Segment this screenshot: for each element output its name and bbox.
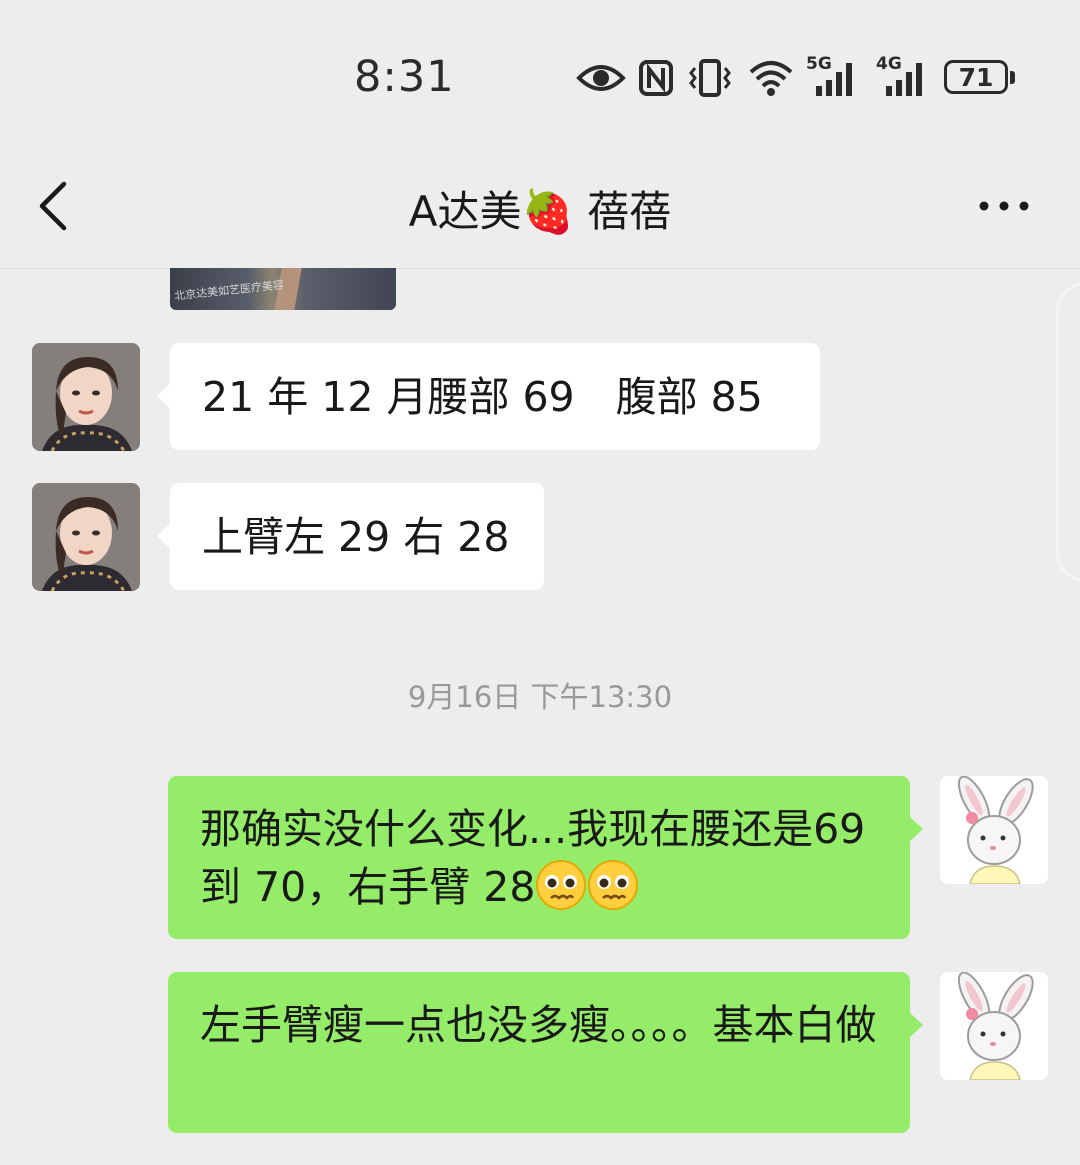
battery-icon: 71 xyxy=(944,58,1020,98)
pleading-face-emoji-icon xyxy=(535,859,587,911)
side-edge-panel-handle[interactable] xyxy=(1056,282,1080,582)
message-text: 上臂左 29 右 28 xyxy=(202,513,510,561)
my-avatar[interactable] xyxy=(940,776,1048,884)
more-dots-icon[interactable] xyxy=(976,198,1032,214)
eye-icon xyxy=(576,58,626,98)
status-bar: 8:31 5G 4G 71 xyxy=(0,0,1080,150)
incoming-message-bubble[interactable]: 21 年 12 月腰部 69 腹部 85 xyxy=(157,343,820,450)
contact-avatar[interactable] xyxy=(32,343,140,451)
image-message-thumbnail[interactable]: 北京达美如艺医疗美容 xyxy=(170,268,396,310)
incoming-message-bubble[interactable]: 上臂左 29 右 28 xyxy=(157,483,544,590)
my-avatar[interactable] xyxy=(940,972,1048,1080)
nfc-icon xyxy=(638,58,674,98)
network-label-5g: 5G xyxy=(806,54,832,74)
signal-5g-icon: 5G xyxy=(806,54,864,98)
chat-title: A达美🍓 蓓蓓 xyxy=(408,187,672,236)
chat-screen: 8:31 5G 4G 71 A达美🍓 蓓蓓 北京达美如艺医疗美容 21 年 12… xyxy=(0,0,1080,1165)
outgoing-message-bubble[interactable]: 那确实没什么变化...我现在腰还是69 到 70，右手臂 28 xyxy=(168,776,923,939)
status-time: 8:31 xyxy=(354,52,455,102)
thumbnail-caption: 北京达美如艺医疗美容 xyxy=(173,278,285,303)
pleading-face-emoji-icon xyxy=(587,859,639,911)
message-timestamp: 9月16日 下午13:30 xyxy=(407,680,673,714)
message-text: 21 年 12 月腰部 69 腹部 85 xyxy=(202,373,763,421)
signal-4g-icon: 4G xyxy=(876,54,934,98)
chat-header: A达美🍓 蓓蓓 xyxy=(0,150,1080,269)
message-text: 那确实没什么变化...我现在腰还是69 到 70，右手臂 28 xyxy=(200,805,866,911)
network-label-4g: 4G xyxy=(876,54,902,74)
message-text: 左手臂瘦一点也没多瘦。。。。基本白做 xyxy=(200,1001,877,1049)
outgoing-message-bubble[interactable]: 左手臂瘦一点也没多瘦。。。。基本白做 xyxy=(168,972,923,1133)
wifi-icon xyxy=(748,58,794,98)
battery-level: 71 xyxy=(958,62,994,92)
contact-avatar[interactable] xyxy=(32,483,140,591)
vibrate-icon xyxy=(686,58,734,98)
